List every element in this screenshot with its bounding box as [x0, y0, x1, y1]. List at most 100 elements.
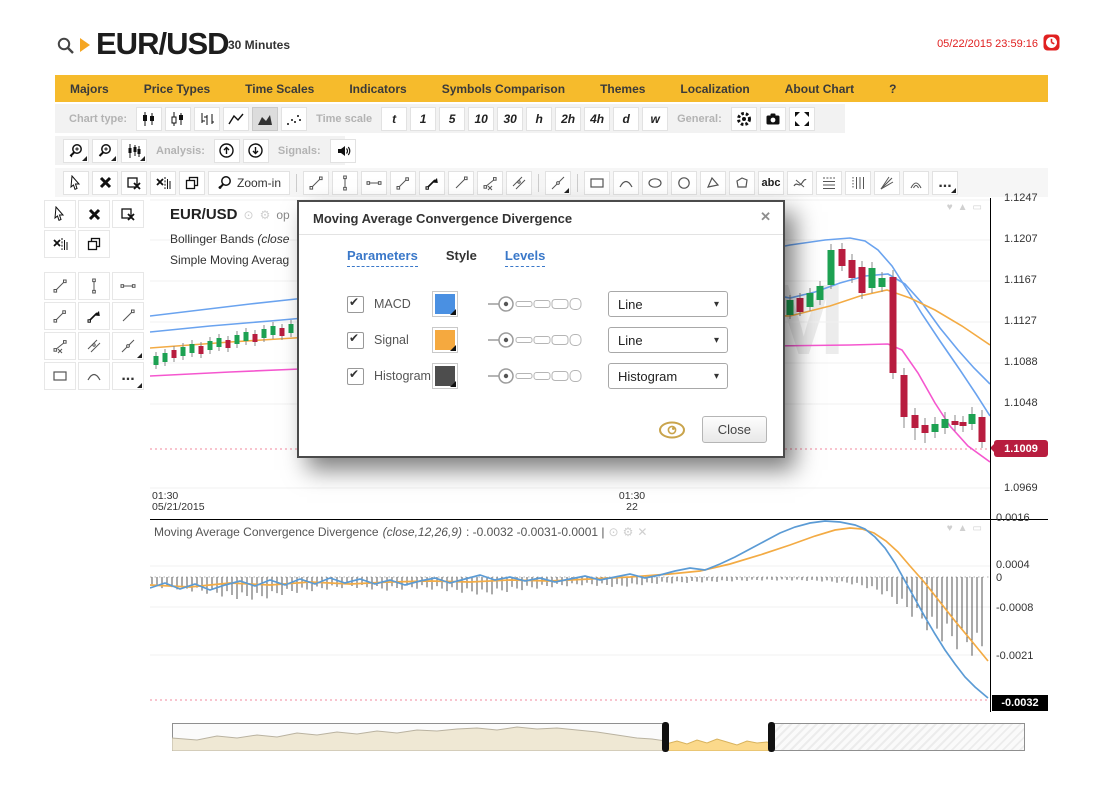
clone-drawing-button[interactable] — [179, 171, 205, 195]
checkbox[interactable] — [347, 296, 364, 313]
menu-item[interactable]: Themes — [600, 82, 645, 96]
chart-type-candles-button[interactable] — [136, 107, 162, 131]
settings-gear-button[interactable] — [731, 107, 757, 131]
style-select[interactable]: Line — [608, 327, 728, 353]
color-swatch[interactable] — [432, 363, 458, 389]
style-select[interactable]: Histogram — [608, 363, 728, 389]
checkbox[interactable] — [347, 368, 364, 385]
style-select[interactable]: Line — [608, 291, 728, 317]
visibility-eye-icon[interactable]: ⊙ — [609, 525, 619, 539]
arc-tool-button[interactable] — [613, 171, 639, 195]
fib-retracement-tool-button[interactable] — [816, 171, 842, 195]
deselect-tool-button[interactable] — [121, 171, 147, 195]
time-scale-button[interactable]: 1 — [410, 107, 436, 131]
menu-item[interactable]: Time Scales — [245, 82, 314, 96]
cursor-tool-button[interactable] — [63, 171, 89, 195]
navigator[interactable] — [172, 723, 1025, 751]
deselect-tool-button[interactable] — [112, 200, 144, 228]
line-width-slider[interactable] — [486, 295, 582, 313]
close-icon[interactable]: ✕ — [760, 209, 771, 225]
settings-gear-icon[interactable]: ⚙ — [260, 208, 271, 222]
vertical-line-tool-button[interactable] — [78, 272, 110, 300]
more-tools-button[interactable]: ... — [112, 362, 144, 390]
chart-type-area-button[interactable] — [252, 107, 278, 131]
detach-window-icon[interactable]: ▭ — [973, 202, 982, 213]
horizontal-line-tool-button[interactable] — [361, 171, 387, 195]
rectangle-tool-button[interactable] — [584, 171, 610, 195]
extended-line-tool-button[interactable] — [545, 171, 571, 195]
close-indicator-icon[interactable]: ✕ — [637, 525, 647, 539]
arrow-tool-button[interactable] — [419, 171, 445, 195]
compare-symbols-button[interactable] — [121, 139, 147, 163]
menu-item[interactable]: About Chart — [785, 82, 854, 96]
segment-tool-button[interactable] — [390, 171, 416, 195]
time-scale-button[interactable]: 10 — [468, 107, 494, 131]
cursor-tool-button[interactable] — [44, 200, 76, 228]
move-up-icon[interactable]: ▲ — [958, 202, 968, 213]
text-tool-button[interactable]: abc — [758, 171, 784, 195]
trendline-x-tool-button[interactable] — [44, 332, 76, 360]
line-width-slider[interactable] — [486, 367, 582, 385]
time-scale-button[interactable]: w — [642, 107, 668, 131]
arrow-tool-button[interactable] — [78, 302, 110, 330]
parallel-channel-tool-button[interactable] — [78, 332, 110, 360]
time-scale-button[interactable]: 4h — [584, 107, 610, 131]
download-analysis-button[interactable] — [243, 139, 269, 163]
trendline-x-tool-button[interactable] — [477, 171, 503, 195]
color-swatch[interactable] — [432, 327, 458, 353]
time-scale-button[interactable]: h — [526, 107, 552, 131]
tab-style[interactable]: Style — [446, 248, 477, 267]
zoom-in-button[interactable] — [63, 139, 89, 163]
menu-item[interactable]: Price Types — [144, 82, 210, 96]
menu-item[interactable]: Majors — [70, 82, 109, 96]
time-scale-button[interactable]: t — [381, 107, 407, 131]
detach-window-icon[interactable]: ▭ — [973, 523, 982, 534]
screenshot-camera-button[interactable] — [760, 107, 786, 131]
tab-parameters[interactable]: Parameters — [347, 248, 418, 267]
close-button[interactable]: Close — [702, 416, 767, 443]
arc-tool-button[interactable] — [78, 362, 110, 390]
tab-levels[interactable]: Levels — [505, 248, 545, 267]
circle-tool-button[interactable] — [671, 171, 697, 195]
navigator-left-handle[interactable] — [662, 722, 669, 752]
macd-chart[interactable] — [150, 519, 990, 712]
settings-gear-icon[interactable]: ⚙ — [623, 525, 634, 539]
trendline-tool-button[interactable] — [44, 272, 76, 300]
checkbox[interactable] — [347, 332, 364, 349]
horizontal-line-tool-button[interactable] — [112, 272, 144, 300]
time-scale-button[interactable]: 30 — [497, 107, 523, 131]
delete-tool-button[interactable] — [78, 200, 110, 228]
search-icon[interactable] — [56, 36, 76, 56]
color-swatch[interactable] — [432, 291, 458, 317]
line-width-slider[interactable] — [486, 331, 582, 349]
move-up-icon[interactable]: ▲ — [958, 523, 968, 534]
time-scale-button[interactable]: d — [613, 107, 639, 131]
fib-fan-tool-button[interactable] — [874, 171, 900, 195]
chart-type-candles2-button[interactable] — [165, 107, 191, 131]
fib-arcs-tool-button[interactable] — [903, 171, 929, 195]
trendline-tool-button[interactable] — [303, 171, 329, 195]
menu-item[interactable]: Indicators — [349, 82, 406, 96]
triangle-tool-button[interactable] — [700, 171, 726, 195]
time-scale-button[interactable]: 5 — [439, 107, 465, 131]
polygon-tool-button[interactable] — [729, 171, 755, 195]
vertical-line-tool-button[interactable] — [332, 171, 358, 195]
visibility-eye-icon[interactable]: ⊙ — [244, 208, 254, 222]
fullscreen-button[interactable] — [789, 107, 815, 131]
time-scale-button[interactable]: 2h — [555, 107, 581, 131]
signals-speaker-button[interactable] — [330, 139, 356, 163]
delete-tool-button[interactable] — [92, 171, 118, 195]
menu-item[interactable]: Symbols Comparison — [442, 82, 565, 96]
freehand-tool-button[interactable] — [787, 171, 813, 195]
chart-type-line-button[interactable] — [223, 107, 249, 131]
favorite-heart-icon[interactable]: ♥ — [947, 202, 953, 213]
ellipse-tool-button[interactable] — [642, 171, 668, 195]
preview-eye-icon[interactable] — [658, 421, 686, 439]
delete-all-drawings-button[interactable] — [44, 230, 76, 258]
zoom-out-button[interactable] — [92, 139, 118, 163]
navigator-right-handle[interactable] — [768, 722, 775, 752]
zoom-in-region-button[interactable]: Zoom-in — [208, 171, 290, 195]
rectangle-tool-button[interactable] — [44, 362, 76, 390]
extended-line-tool-button[interactable] — [112, 332, 144, 360]
chart-type-dots-button[interactable] — [281, 107, 307, 131]
